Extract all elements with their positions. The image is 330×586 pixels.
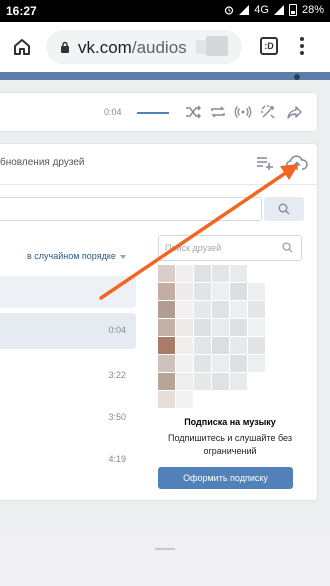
upload-cloud-icon[interactable] bbox=[286, 154, 308, 172]
tab-switcher-button[interactable]: :D bbox=[260, 37, 278, 55]
list-item[interactable]: 4:19 bbox=[0, 442, 136, 478]
track-duration: 3:22 bbox=[108, 370, 126, 380]
status-bar: 16:27 4G 28% bbox=[0, 0, 330, 22]
share-icon[interactable] bbox=[286, 103, 304, 121]
track-list: 0:04 3:22 3:50 4:19 bbox=[0, 276, 136, 478]
blurred-friends-list bbox=[158, 265, 265, 408]
audio-card: бновления друзей в случайном порядке 0:0… bbox=[0, 143, 318, 501]
signal-icon bbox=[273, 5, 284, 15]
status-indicators: 4G 28% bbox=[224, 4, 324, 16]
audio-search-input[interactable] bbox=[0, 197, 262, 221]
search-button[interactable] bbox=[264, 197, 304, 221]
friends-search bbox=[158, 235, 302, 261]
list-item[interactable]: 3:22 bbox=[0, 358, 136, 394]
avatar[interactable] bbox=[294, 74, 300, 80]
url-host: vk.com bbox=[78, 38, 132, 57]
track-duration: 0:04 bbox=[108, 325, 126, 335]
subscribe-button[interactable]: Оформить подписку bbox=[158, 467, 293, 489]
repeat-icon[interactable] bbox=[209, 103, 227, 121]
divider bbox=[0, 184, 318, 185]
battery-icon bbox=[288, 4, 297, 16]
track-duration: 4:19 bbox=[108, 454, 126, 464]
shuffle-order-dropdown[interactable]: в случайном порядке bbox=[27, 251, 126, 261]
shuffle-order-label: в случайном порядке bbox=[27, 251, 116, 261]
search-icon bbox=[278, 203, 290, 215]
search-icon bbox=[282, 242, 293, 253]
subscription-description: Подпишитесь и слушайте без ограничений bbox=[168, 433, 292, 456]
broadcast-icon[interactable] bbox=[234, 103, 252, 121]
browser-menu-icon[interactable] bbox=[300, 37, 304, 57]
sim-signal-icon bbox=[239, 5, 250, 15]
shuffle-icon[interactable] bbox=[184, 103, 202, 121]
list-item[interactable]: 0:04 bbox=[0, 313, 136, 349]
url-path: /audios bbox=[131, 38, 187, 57]
add-playlist-icon[interactable] bbox=[256, 156, 274, 170]
blurred-url-part bbox=[206, 36, 228, 56]
status-time: 16:27 bbox=[6, 4, 37, 18]
lock-icon bbox=[61, 41, 69, 53]
address-bar[interactable]: vk.com/audios bbox=[46, 30, 242, 64]
recommendations-icon[interactable] bbox=[259, 103, 277, 121]
home-icon[interactable] bbox=[12, 37, 32, 57]
browser-toolbar: vk.com/audios :D bbox=[0, 22, 330, 72]
scroll-handle bbox=[155, 548, 175, 550]
volume-bar[interactable] bbox=[137, 112, 169, 114]
url-text: vk.com/audios bbox=[78, 38, 187, 58]
page-footer bbox=[0, 530, 330, 586]
list-item[interactable] bbox=[0, 276, 136, 308]
player-time: 0:04 bbox=[104, 107, 122, 117]
chevron-down-icon bbox=[119, 254, 126, 259]
friends-search-input[interactable] bbox=[165, 240, 275, 256]
tab-friends-updates[interactable]: бновления друзей bbox=[0, 157, 85, 168]
list-item[interactable]: 3:50 bbox=[0, 400, 136, 436]
vk-header bbox=[0, 72, 330, 80]
network-type: 4G bbox=[254, 4, 269, 16]
alarm-icon bbox=[225, 6, 234, 15]
track-duration: 3:50 bbox=[108, 412, 126, 422]
subscription-title: Подписка на музыку bbox=[184, 417, 276, 427]
audio-player: 0:04 bbox=[0, 92, 318, 132]
battery-level: 28% bbox=[301, 4, 324, 16]
